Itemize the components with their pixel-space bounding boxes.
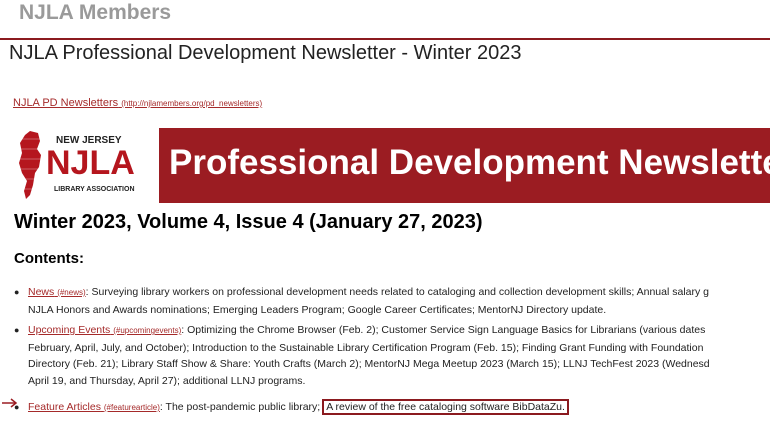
feature-articles-text: : The post-pandemic public library; (159, 401, 321, 413)
issue-title: Winter 2023, Volume 4, Issue 4 (January … (14, 211, 483, 233)
feature-articles-link[interactable]: Feature Articles (#featurearticle) (28, 401, 160, 413)
news-link-anchor: (#news) (57, 288, 86, 297)
title-divider (0, 38, 770, 40)
news-text-line: : Surveying library workers on professio… (85, 286, 709, 298)
logo-line3: LIBRARY ASSOCIATION (54, 186, 135, 193)
list-item-upcoming-events: ● Upcoming Events (#upcomingevents): Opt… (14, 322, 710, 389)
newsletter-banner: Professional Development Newsletter (159, 128, 770, 203)
list-item-news: ● News (#news): Surveying library worker… (14, 284, 709, 318)
upcoming-events-text-line: : Optimizing the Chrome Browser (Feb. 2)… (181, 324, 706, 336)
news-link[interactable]: News (#news) (28, 286, 86, 298)
contents-heading: Contents: (14, 250, 84, 267)
bullet-icon: ● (14, 402, 20, 412)
feature-articles-link-label: Feature Articles (28, 401, 101, 413)
feature-articles-link-anchor: (#featurearticle) (103, 403, 160, 412)
banner-title: Professional Development Newsletter (169, 143, 770, 182)
site-title[interactable]: NJLA Members (19, 0, 171, 26)
njla-logo: NEW JERSEY NJLA LIBRARY ASSOCIATION (16, 131, 135, 199)
upcoming-events-link[interactable]: Upcoming Events (#upcomingevents) (28, 324, 181, 336)
logo-line2: NJLA (46, 144, 135, 182)
upcoming-events-text-line: April 19, and Thursday, April 27); addit… (28, 374, 306, 387)
page-title: NJLA Professional Development Newsletter… (9, 42, 522, 64)
news-text-line: NJLA Honors and Awards nominations; Emer… (28, 303, 607, 316)
upcoming-events-link-label: Upcoming Events (28, 324, 111, 336)
news-link-label: News (28, 286, 55, 298)
upcoming-events-link-anchor: (#upcomingevents) (113, 326, 182, 335)
list-item-feature-articles: ● Feature Articles (#featurearticle): Th… (14, 399, 569, 417)
list-item-line: Upcoming Events (#upcomingevents): Optim… (28, 322, 710, 340)
bullet-icon: ● (14, 287, 20, 297)
breadcrumb-label: NJLA PD Newsletters (13, 97, 119, 109)
bullet-icon: ● (14, 325, 20, 335)
highlighted-article: A review of the free cataloging software… (322, 399, 569, 415)
upcoming-events-text-line: February, April, July, and October); Int… (28, 341, 704, 354)
list-item-line: Feature Articles (#featurearticle): The … (28, 399, 569, 417)
list-item-line: News (#news): Surveying library workers … (28, 284, 709, 302)
upcoming-events-text-line: Directory (Feb. 21); Library Staff Show … (28, 358, 710, 370)
breadcrumb-url: (http://njlamembers.org/pd_newsletters) (121, 99, 263, 108)
breadcrumb-link[interactable]: NJLA PD Newsletters (http://njlamembers.… (13, 97, 262, 109)
